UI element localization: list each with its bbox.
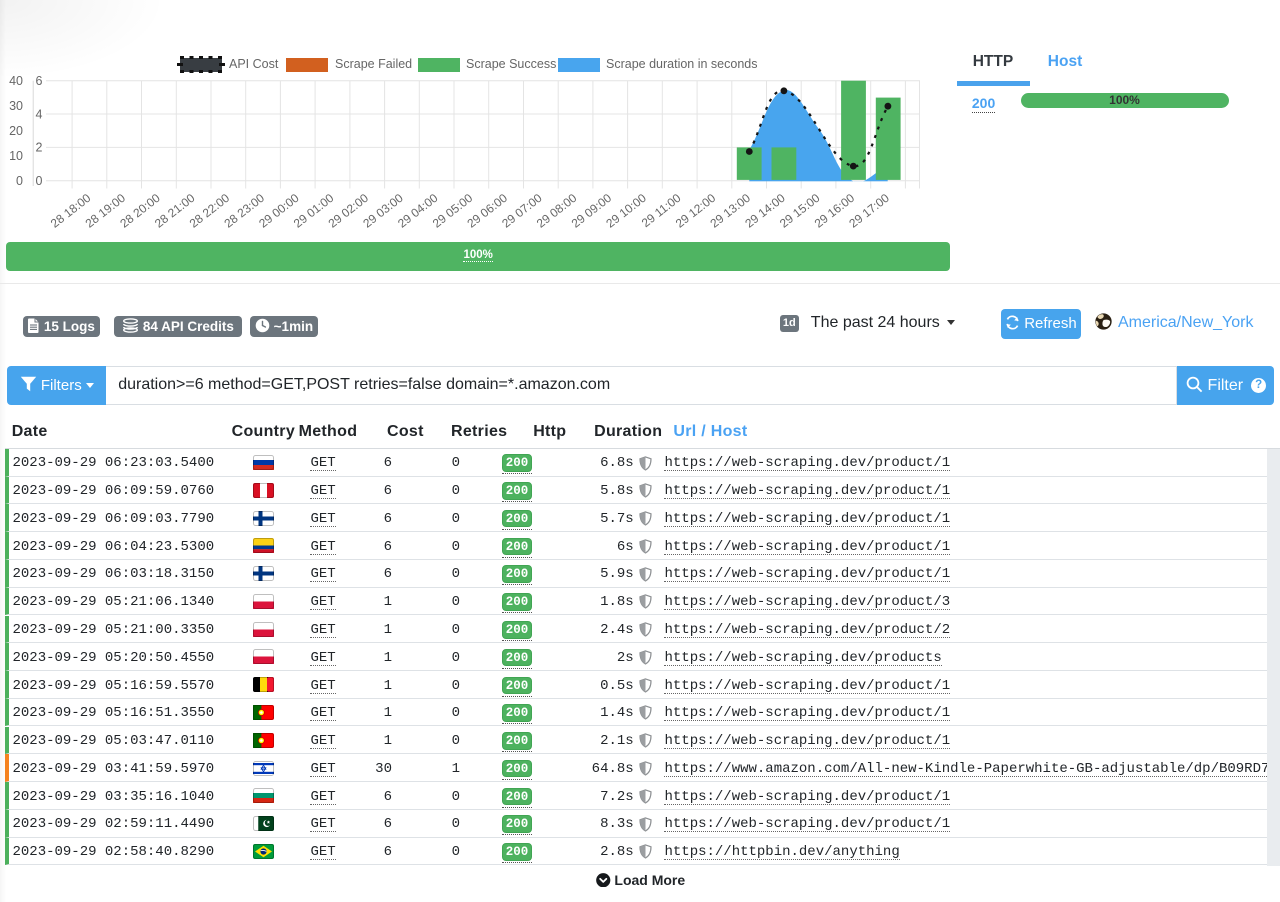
svg-text:0: 0 xyxy=(36,174,43,188)
svg-text:40: 40 xyxy=(9,74,23,88)
svg-text:0: 0 xyxy=(16,174,23,188)
svg-text:29 17:00: 29 17:00 xyxy=(846,191,892,231)
svg-text:6: 6 xyxy=(36,74,43,88)
svg-text:2: 2 xyxy=(36,141,43,155)
svg-text:10: 10 xyxy=(9,149,23,163)
svg-text:4: 4 xyxy=(36,107,43,121)
svg-text:20: 20 xyxy=(9,124,23,138)
svg-text:30: 30 xyxy=(9,99,23,113)
